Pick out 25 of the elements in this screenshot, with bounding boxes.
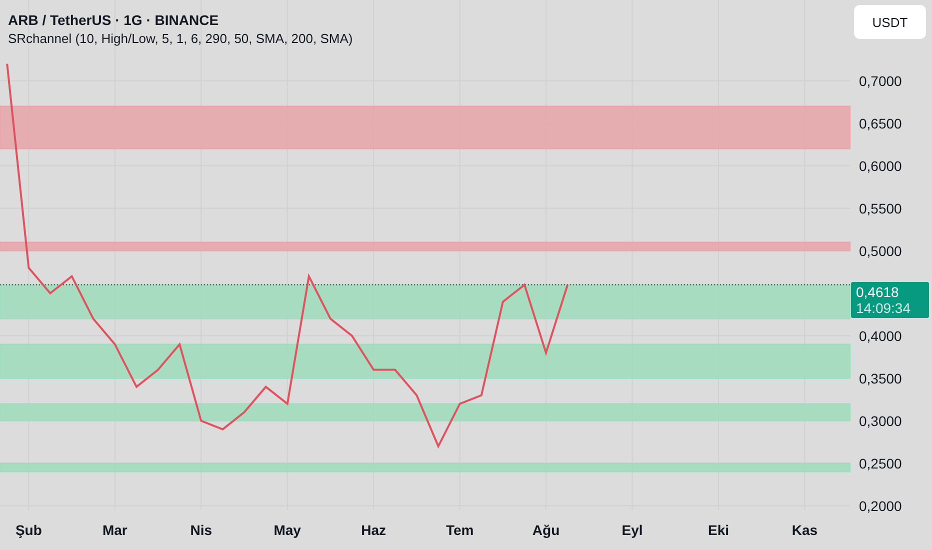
x-axis-label: Eyl	[622, 522, 643, 538]
x-axis-label: Ağu	[532, 522, 560, 538]
y-axis-label: 0,5000	[859, 242, 902, 259]
y-axis-label: 0,5500	[859, 200, 902, 216]
x-axis-label: Şub	[15, 522, 42, 538]
x-axis-label: Tem	[446, 522, 474, 538]
y-axis-label: 0,3000	[859, 412, 902, 429]
currency-button[interactable]: USDT	[854, 5, 926, 39]
x-axis-label: May	[274, 522, 301, 538]
y-axis-label: 0,2500	[859, 455, 902, 472]
x-axis-label: Nis	[190, 522, 212, 538]
countdown-timer: 14:09:34	[856, 300, 912, 316]
y-axis-label: 0,3500	[859, 370, 902, 386]
current-price: 0,4618	[856, 284, 900, 300]
y-axis-label: 0,2000	[859, 498, 902, 514]
indicator-label: SRchannel (10, High/Low, 5, 1, 6, 290, 50, SMA, 200, SMA)	[8, 31, 353, 46]
y-axis-label: 0,7000	[859, 72, 902, 89]
y-axis-label: 0,6000	[859, 158, 902, 174]
chart-title: ARB / TetherUS · 1G · BINANCE	[8, 12, 220, 28]
x-axis-label: Haz	[361, 522, 386, 538]
x-axis-label: Eki	[708, 522, 729, 538]
x-axis-label: Kas	[792, 522, 818, 538]
y-axis-label: 0,6500	[859, 115, 902, 132]
x-axis-label: Mar	[102, 522, 128, 538]
y-axis-label: 0,4000	[859, 328, 902, 344]
